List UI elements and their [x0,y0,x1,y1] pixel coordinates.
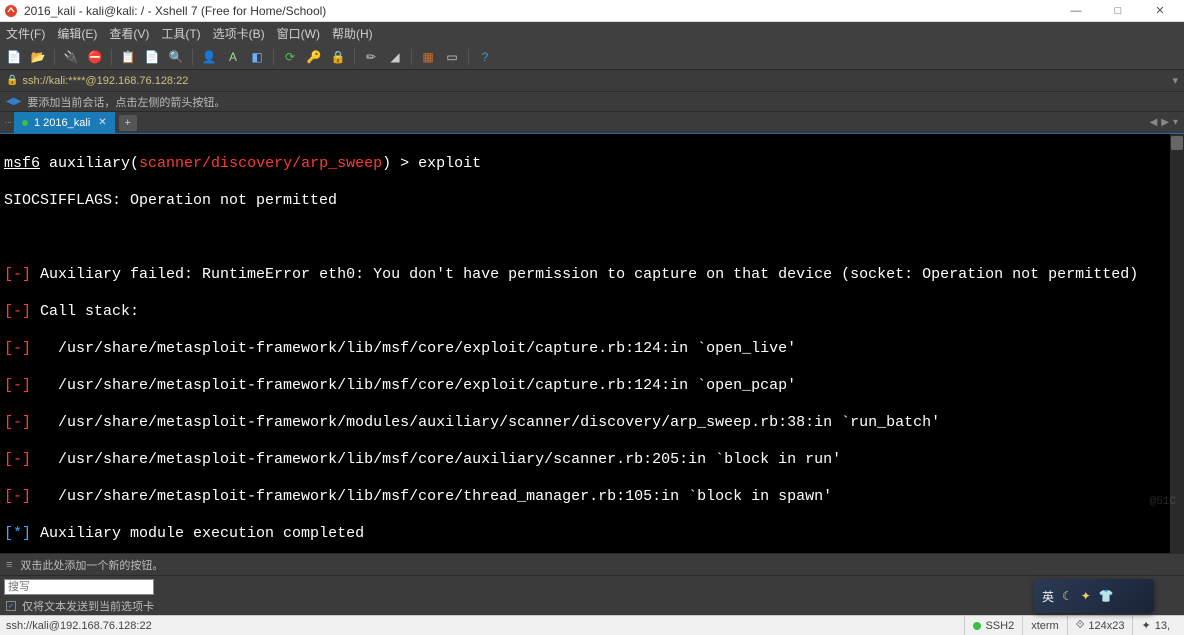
menubar: 文件(F) 编辑(E) 查看(V) 工具(T) 选项卡(B) 窗口(W) 帮助(… [0,22,1184,44]
status-pos: ✦ 13, [1132,616,1178,635]
status-address: ssh://kali@192.168.76.128:22 [6,620,152,632]
menu-icon[interactable]: ≡ [6,559,12,571]
tab-nav: ◀ ▶ ▾ [1150,117,1184,128]
dropdown-icon[interactable]: ▾ [1172,74,1178,87]
quick-hint: 双击此处添加一个新的按钮。 [20,557,163,573]
compose-input[interactable] [4,579,154,595]
arrow-icon[interactable]: ◀▶ [6,96,21,107]
separator [354,49,355,65]
terminal-line: SIOCSIFFLAGS: Operation not permitted [4,192,1180,211]
help-icon[interactable]: ? [477,49,493,65]
tab-row: ⋮ 1 2016_kali ✕ + ◀ ▶ ▾ [0,112,1184,134]
status-size: ⟐ 124x23 [1067,616,1133,635]
terminal[interactable]: msf6 auxiliary(scanner/discovery/arp_swe… [0,134,1184,553]
terminal-line: [-] /usr/share/metasploit-framework/lib/… [4,451,1180,470]
status-dot-icon [973,622,981,630]
find-icon[interactable]: 🔍 [168,49,184,65]
key-icon[interactable]: 🔑 [306,49,322,65]
separator [468,49,469,65]
eraser-icon[interactable]: ◢ [387,49,403,65]
terminal-line: [-] /usr/share/metasploit-framework/lib/… [4,377,1180,396]
checkbox-icon[interactable]: ✓ [6,601,16,611]
titlebar: 2016_kali - kali@kali: / - Xshell 7 (Fre… [0,0,1184,22]
separator [273,49,274,65]
status-term: xterm [1022,616,1067,635]
ime-badge[interactable]: 英 ☾ ✦ 👕 [1034,579,1154,613]
info-text: 要添加当前会话，点击左侧的箭头按钮。 [27,94,225,110]
new-session-icon[interactable]: 📄 [6,49,22,65]
tab-label: 1 2016_kali [34,117,90,129]
address-text: ssh://kali:****@192.168.76.128:22 [22,75,188,87]
grid-icon[interactable]: ▦ [420,49,436,65]
open-icon[interactable]: 📂 [30,49,46,65]
menu-help[interactable]: 帮助(H) [332,25,373,42]
menu-edit[interactable]: 编辑(E) [57,25,97,42]
star-icon: ✦ [1081,589,1091,603]
terminal-line: [-] Auxiliary failed: RuntimeError eth0:… [4,266,1180,285]
tab-next-icon[interactable]: ▶ [1161,117,1169,128]
terminal-line: [-] Call stack: [4,303,1180,322]
scrollbar[interactable] [1170,134,1184,553]
status-bar: ssh://kali@192.168.76.128:22 SSH2 xterm … [0,615,1184,635]
moon-icon: ☾ [1062,589,1073,603]
maximize-button[interactable]: □ [1098,1,1138,21]
separator [411,49,412,65]
menu-file[interactable]: 文件(F) [6,25,45,42]
info-bar: ◀▶ 要添加当前会话，点击左侧的箭头按钮。 [0,92,1184,112]
menu-view[interactable]: 查看(V) [109,25,149,42]
add-tab-button[interactable]: + [119,115,137,131]
compose-row [0,575,1184,597]
terminal-line: [*] Auxiliary module execution completed [4,525,1180,544]
terminal-line: msf6 auxiliary(scanner/discovery/arp_swe… [4,155,1180,174]
side-handle[interactable]: ⋮ [0,112,14,133]
tab-prev-icon[interactable]: ◀ [1150,117,1158,128]
send-scope-label: 仅将文本发送到当前选项卡 [22,598,154,614]
address-bar[interactable]: 🔒 ssh://kali:****@192.168.76.128:22 ▾ [0,70,1184,92]
terminal-line: [-] /usr/share/metasploit-framework/lib/… [4,340,1180,359]
window-title: 2016_kali - kali@kali: / - Xshell 7 (Fre… [24,4,1056,18]
watermark: @51C [1150,493,1176,512]
status-dot-icon [22,120,28,126]
status-ssh: SSH2 [964,616,1022,635]
toolbar: 📄 📂 🔌 ⛔ 📋 📄 🔍 👤 A ◧ ⟳ 🔑 🔒 ✏ ◢ ▦ ▭ ? [0,44,1184,70]
lock-icon[interactable]: 🔒 [330,49,346,65]
send-scope-row[interactable]: ✓ 仅将文本发送到当前选项卡 [0,597,1184,615]
terminal-icon[interactable]: ▭ [444,49,460,65]
separator [111,49,112,65]
window-controls: — □ ✕ [1056,1,1180,21]
lock-icon: 🔒 [6,75,18,86]
menu-window[interactable]: 窗口(W) [277,25,320,42]
separator [192,49,193,65]
menu-tabs[interactable]: 选项卡(B) [213,25,265,42]
refresh-icon[interactable]: ⟳ [282,49,298,65]
scroll-thumb[interactable] [1171,136,1183,150]
terminal-line: [-] /usr/share/metasploit-framework/modu… [4,414,1180,433]
separator [54,49,55,65]
brush-icon[interactable]: ✏ [363,49,379,65]
terminal-line: [-] /usr/share/metasploit-framework/lib/… [4,488,1180,507]
user-icon[interactable]: 👤 [201,49,217,65]
color-icon[interactable]: ◧ [249,49,265,65]
terminal-line [4,229,1180,248]
quick-button-bar[interactable]: ≡ 双击此处添加一个新的按钮。 [0,553,1184,575]
close-tab-icon[interactable]: ✕ [98,117,106,128]
session-tab[interactable]: 1 2016_kali ✕ [14,112,115,133]
copy-icon[interactable]: 📋 [120,49,136,65]
ime-label: 英 [1042,588,1054,605]
close-button[interactable]: ✕ [1140,1,1180,21]
font-icon[interactable]: A [225,49,241,65]
app-icon [4,4,18,18]
minimize-button[interactable]: — [1056,1,1096,21]
paste-icon[interactable]: 📄 [144,49,160,65]
menu-tools[interactable]: 工具(T) [161,25,200,42]
shirt-icon: 👕 [1099,589,1114,603]
tab-list-icon[interactable]: ▾ [1173,117,1178,128]
disconnect-icon[interactable]: ⛔ [87,49,103,65]
reconnect-icon[interactable]: 🔌 [63,49,79,65]
